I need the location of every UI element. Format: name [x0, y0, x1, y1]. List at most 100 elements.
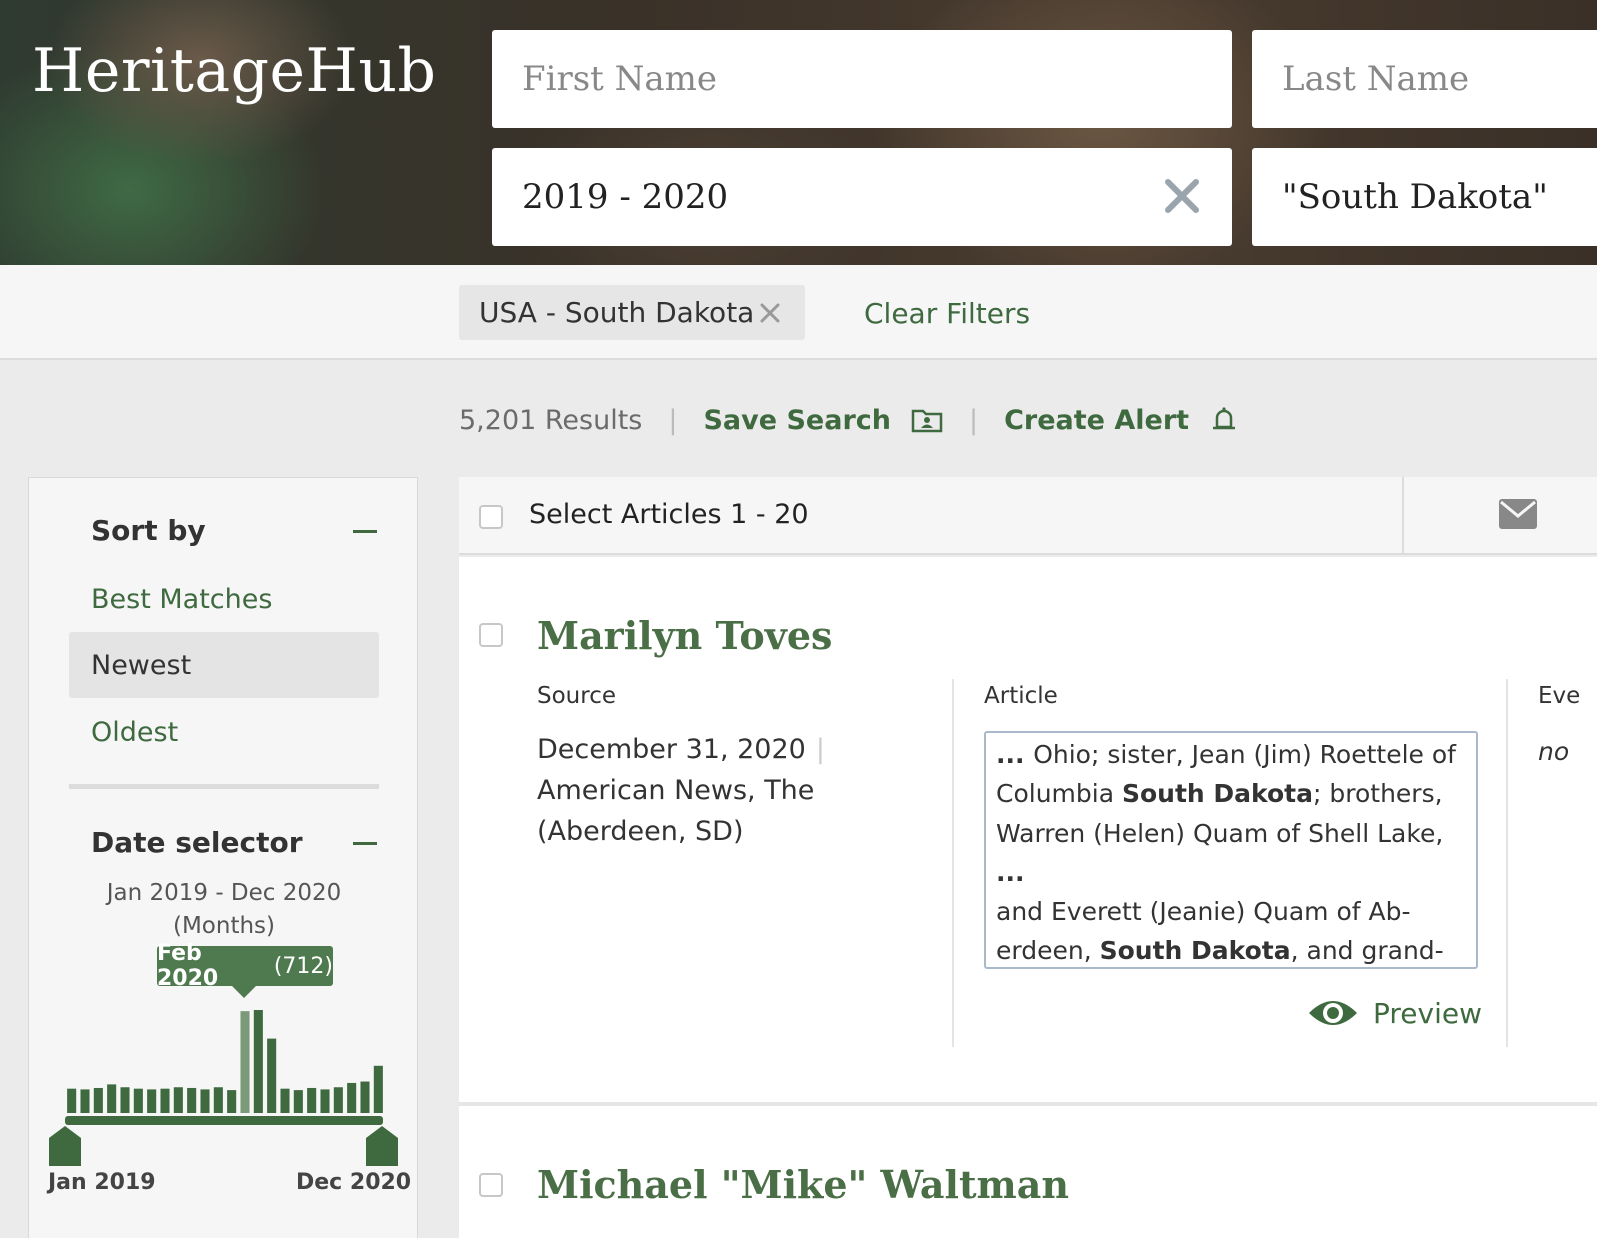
histogram-bar[interactable]	[67, 1088, 77, 1113]
histogram-bar[interactable]	[253, 1010, 263, 1113]
histogram-bar[interactable]	[307, 1087, 317, 1113]
histogram-bar[interactable]	[93, 1087, 103, 1113]
preview-button[interactable]: Preview	[1307, 995, 1482, 1031]
histogram-bar[interactable]	[347, 1082, 357, 1113]
remove-filter-icon[interactable]	[757, 300, 783, 326]
clear-date-icon[interactable]	[1160, 174, 1204, 218]
date-range-text: Jan 2019 - Dec 2020	[106, 880, 342, 906]
histogram-bar[interactable]	[213, 1087, 223, 1113]
preview-label: Preview	[1373, 996, 1482, 1030]
histogram-bar[interactable]	[160, 1088, 170, 1113]
histogram-bar[interactable]	[187, 1087, 197, 1113]
slider-handle-start[interactable]	[49, 1126, 81, 1166]
histogram-tooltip: Feb 2020 (712)	[157, 941, 333, 991]
collapse-sort-icon[interactable]	[353, 530, 377, 533]
first-name-field[interactable]	[492, 30, 1232, 128]
axis-start-label: Jan 2019	[48, 1170, 156, 1195]
snippet-text: and Everett (Jeanie) Quam of Ab-	[996, 897, 1411, 927]
snippet-text: erdeen,	[996, 936, 1100, 966]
snippet-highlight: ...	[996, 740, 1034, 769]
keyword-field[interactable]	[1252, 148, 1597, 246]
create-alert-link[interactable]: Create Alert	[1004, 405, 1189, 436]
filter-chip[interactable]: USA - South Dakota	[459, 285, 805, 340]
filter-sidebar: Sort by Best Matches Newest Oldest Date …	[28, 477, 418, 1238]
snippet-highlight: South Dakota	[1099, 936, 1291, 966]
save-search-link[interactable]: Save Search	[703, 405, 891, 436]
first-name-input[interactable]	[522, 59, 1232, 99]
last-name-field[interactable]	[1252, 30, 1597, 128]
record-title[interactable]: Marilyn Toves	[537, 613, 832, 658]
histogram-bar[interactable]	[320, 1089, 330, 1113]
histogram-bar[interactable]	[293, 1090, 303, 1113]
date-range-unit: (Months)	[172, 913, 276, 939]
snippet-line: Columbia South Dakota; brothers,	[996, 774, 1466, 813]
sort-by-title: Sort by	[91, 514, 206, 547]
bell-icon[interactable]	[1209, 405, 1239, 435]
collapse-date-icon[interactable]	[353, 842, 377, 845]
histogram-bar[interactable]	[240, 1011, 250, 1113]
histogram-bar[interactable]	[173, 1087, 183, 1113]
histogram-bar[interactable]	[147, 1089, 157, 1113]
slider-handle-end[interactable]	[366, 1126, 398, 1166]
date-slider-track[interactable]	[65, 1116, 383, 1125]
select-all-checkbox[interactable]	[479, 505, 503, 529]
results-count: 5,201 Results	[459, 404, 643, 436]
source-details: December 31, 2020 | American News, The (A…	[537, 729, 837, 852]
last-name-input[interactable]	[1282, 59, 1597, 99]
snippet-text: Columbia	[996, 779, 1122, 809]
tooltip-pointer	[232, 986, 256, 998]
record-date: December 31, 2020	[537, 734, 806, 765]
histogram-bar[interactable]	[200, 1089, 210, 1113]
active-filters-bar: USA - South Dakota Clear Filters	[0, 265, 1597, 360]
snippet-highlight: ...	[996, 857, 1025, 887]
email-icon[interactable]	[1499, 499, 1537, 529]
sort-option-newest[interactable]: Newest	[69, 632, 379, 698]
snippet-text: Warren (Helen) Quam of Shell Lake,	[996, 818, 1444, 848]
article-snippet[interactable]: ... Ohio; sister, Jean (Jim) Roettele of…	[984, 731, 1478, 969]
histogram-bar[interactable]	[107, 1084, 117, 1113]
sort-option-oldest[interactable]: Oldest	[69, 699, 379, 765]
separator: |	[968, 404, 979, 436]
axis-end-label: Dec 2020	[296, 1170, 412, 1195]
date-range-input[interactable]	[522, 177, 1232, 217]
result-card: Michael "Mike" Waltman	[459, 1106, 1597, 1238]
snippet-highlight: South Dakota	[1121, 779, 1313, 809]
histogram-bar[interactable]	[267, 1038, 277, 1113]
publication-location: (Aberdeen, SD)	[537, 816, 744, 847]
snippet-line: erdeen, South Dakota, and grand-	[996, 931, 1466, 967]
date-histogram[interactable]	[65, 998, 385, 1113]
source-label: Source	[537, 683, 616, 709]
keyword-input[interactable]	[1282, 177, 1597, 217]
histogram-bar[interactable]	[360, 1081, 370, 1113]
separator: |	[668, 404, 678, 436]
histogram-bar[interactable]	[80, 1089, 90, 1113]
record-title[interactable]: Michael "Mike" Waltman	[537, 1162, 1069, 1207]
histogram-bar[interactable]	[333, 1087, 343, 1113]
search-header: HeritageHub	[0, 0, 1597, 265]
select-articles-label: Select Articles 1 - 20	[529, 499, 809, 530]
publication-name: American News, The	[537, 775, 815, 806]
results-list-header: Select Articles 1 - 20	[459, 477, 1597, 555]
event-value: no	[1538, 737, 1570, 766]
snippet-line: ... Ohio; sister, Jean (Jim) Roettele of	[996, 735, 1466, 774]
clear-filters-link[interactable]: Clear Filters	[864, 297, 1030, 330]
select-record-checkbox[interactable]	[479, 1173, 503, 1197]
histogram-bar[interactable]	[120, 1087, 130, 1113]
event-label: Eve	[1538, 683, 1581, 709]
histogram-bar[interactable]	[280, 1088, 290, 1113]
histogram-bar[interactable]	[227, 1090, 237, 1113]
snippet-text: ; brothers,	[1313, 779, 1443, 809]
separator: |	[815, 734, 825, 765]
site-logo[interactable]: HeritageHub	[32, 36, 436, 106]
date-range-field[interactable]	[492, 148, 1232, 246]
tooltip-month: Feb 2020	[157, 941, 219, 991]
sort-option-best-matches[interactable]: Best Matches	[69, 566, 379, 632]
folder-icon[interactable]	[911, 407, 943, 433]
select-record-checkbox[interactable]	[479, 623, 503, 647]
histogram-bar[interactable]	[133, 1088, 143, 1113]
result-card: Marilyn Toves Source December 31, 2020 | …	[459, 557, 1597, 1102]
snippet-text: , and grand-	[1290, 936, 1444, 966]
tooltip-count: (712)	[273, 953, 333, 979]
histogram-bar[interactable]	[373, 1065, 383, 1113]
sidebar-divider	[69, 784, 379, 789]
